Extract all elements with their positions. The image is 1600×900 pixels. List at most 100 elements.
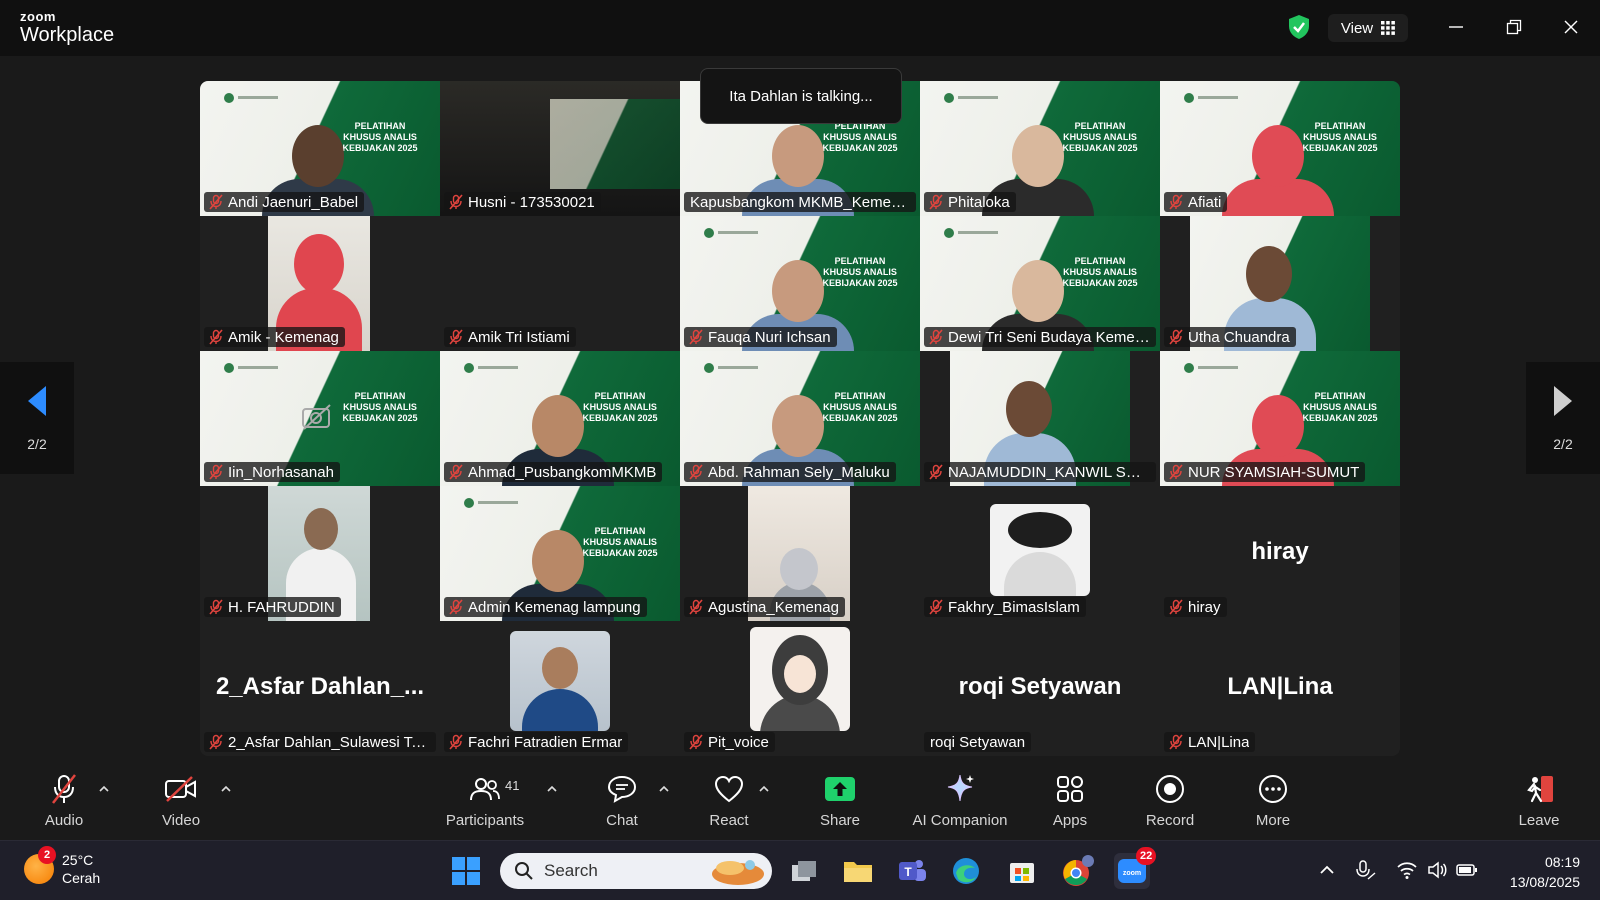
task-view-button[interactable]	[786, 853, 822, 889]
windows-start-button[interactable]	[448, 853, 484, 889]
react-button[interactable]: React	[679, 772, 779, 829]
video-options-caret-icon[interactable]	[220, 784, 232, 794]
previous-page-button[interactable]: 2/2	[0, 362, 74, 474]
show-hidden-icons-chevron-icon[interactable]	[1316, 859, 1338, 881]
participants-options-caret-icon[interactable]	[546, 784, 558, 794]
video-tile[interactable]: Utha Chuandra	[1160, 216, 1400, 351]
temperature: 25°C	[62, 852, 94, 868]
search-icon	[515, 862, 533, 880]
participant-name-label: roqi Setyawan	[924, 732, 1032, 752]
chat-button[interactable]: Chat	[572, 772, 672, 829]
microphone-tray-icon[interactable]	[1354, 859, 1376, 881]
video-tile[interactable]: PELATIHAN KHUSUS ANALIS KEBIJAKAN 2025 Phit…	[920, 81, 1160, 216]
system-clock[interactable]: 08:19 13/08/2025	[1510, 853, 1580, 892]
participant-name-label: NUR SYAMSIAH-SUMUT	[1164, 462, 1366, 482]
video-tile[interactable]: PELATIHAN KHUSUS ANALIS KEBIJAKAN 2025 Iin_…	[200, 351, 440, 486]
record-icon	[1156, 775, 1184, 803]
participant-name: H. FAHRUDDIN	[228, 598, 335, 616]
security-shield-icon[interactable]	[1288, 14, 1310, 40]
file-explorer-button[interactable]	[840, 853, 876, 889]
next-page-button[interactable]: 2/2	[1526, 362, 1600, 474]
mic-muted-icon	[449, 194, 463, 210]
participant-name-label: Iin_Norhasanah	[204, 462, 340, 482]
mic-muted-icon	[689, 599, 703, 615]
share-button[interactable]: Share	[790, 772, 890, 829]
chat-options-caret-icon[interactable]	[658, 784, 670, 794]
volume-icon[interactable]	[1426, 859, 1448, 881]
audio-button[interactable]: Audio	[14, 772, 114, 829]
participant-name: NUR SYAMSIAH-SUMUT	[1188, 463, 1360, 481]
zoom-taskbar-button[interactable]: zoom 22	[1114, 847, 1157, 889]
video-tile[interactable]: PELATIHAN KHUSUS ANALIS KEBIJAKAN 2025 Afia…	[1160, 81, 1400, 216]
video-tile[interactable]: PELATIHAN KHUSUS ANALIS KEBIJAKAN 2025 Andi…	[200, 81, 440, 216]
video-tile[interactable]: LAN|Lina LAN|Lina	[1160, 621, 1400, 756]
participant-name: Fachri Fatradien Ermar	[468, 733, 623, 751]
mic-muted-icon	[449, 599, 463, 615]
close-button[interactable]	[1553, 12, 1589, 42]
participants-button[interactable]: Participants	[435, 772, 535, 829]
video-tile[interactable]: PELATIHAN KHUSUS ANALIS KEBIJAKAN 2025 Admi…	[440, 486, 680, 621]
ai-companion-button[interactable]: AI Companion	[910, 772, 1010, 829]
chrome-button[interactable]	[1060, 853, 1096, 889]
svg-text:zoom: zoom	[1123, 870, 1141, 877]
view-button[interactable]: View	[1328, 14, 1408, 42]
camera-off-icon	[300, 403, 334, 431]
participant-name-label: Agustina_Kemenag	[684, 597, 845, 617]
participant-name: 2_Asfar Dahlan_Sulawesi Te...	[228, 733, 430, 751]
video-tile[interactable]: Fakhry_BimasIslam	[920, 486, 1160, 621]
weather-sun-icon: 2	[24, 846, 56, 885]
more-button[interactable]: More	[1223, 772, 1323, 829]
active-speaker-toast: Ita Dahlan is talking...	[700, 68, 902, 124]
ai-sparkle-icon	[947, 774, 974, 802]
store-icon	[1010, 863, 1034, 883]
participant-name: Iin_Norhasanah	[228, 463, 334, 481]
minimize-button[interactable]	[1438, 12, 1474, 42]
taskbar-search[interactable]: Search	[500, 853, 772, 889]
edge-button[interactable]	[948, 853, 984, 889]
video-tile[interactable]: Fachri Fatradien Ermar	[440, 621, 680, 756]
banner-logo	[224, 359, 280, 373]
video-tile[interactable]: PELATIHAN KHUSUS ANALIS KEBIJAKAN 2025 Abd.…	[680, 351, 920, 486]
video-tile[interactable]: PELATIHAN KHUSUS ANALIS KEBIJAKAN 2025 NUR …	[1160, 351, 1400, 486]
video-tile[interactable]: Pit_voice	[680, 621, 920, 756]
video-tile[interactable]: PELATIHAN KHUSUS ANALIS KEBIJAKAN 2025 Ahma…	[440, 351, 680, 486]
mic-muted-icon	[1169, 464, 1183, 480]
participant-name: roqi Setyawan	[930, 733, 1026, 751]
video-tile[interactable]: roqi Setyawan roqi Setyawan	[920, 621, 1160, 756]
participant-name-label: Pit_voice	[684, 732, 775, 752]
grid-icon	[1381, 21, 1396, 35]
apps-button[interactable]: Apps	[1020, 772, 1120, 829]
participant-name-label: Andi Jaenuri_Babel	[204, 192, 365, 212]
video-tile[interactable]: Amik Tri Istiami	[440, 216, 680, 351]
record-button[interactable]: Record	[1120, 772, 1220, 829]
video-tile[interactable]: PELATIHAN KHUSUS ANALIS KEBIJAKAN 2025 Dewi…	[920, 216, 1160, 351]
video-tile[interactable]: 2_Asfar Dahlan_... 2_Asfar Dahlan_Sulawes…	[200, 621, 440, 756]
battery-icon[interactable]	[1456, 859, 1478, 881]
participant-display-name: 2_Asfar Dahlan_...	[215, 673, 425, 700]
video-tile[interactable]: hiray hiray	[1160, 486, 1400, 621]
leave-label: Leave	[1518, 812, 1560, 829]
video-tile[interactable]: Husni - 173530021	[440, 81, 680, 216]
mic-muted-icon	[449, 464, 463, 480]
participant-name: Kapusbangkom MKMB_Kemenag	[690, 193, 910, 211]
video-tile[interactable]: PELATIHAN KHUSUS ANALIS KEBIJAKAN 2025 Fauq…	[680, 216, 920, 351]
page-indicator-right: 2/2	[1553, 436, 1573, 452]
video-button[interactable]: Video	[131, 772, 231, 829]
video-tile[interactable]: NAJAMUDDIN_KANWIL SUL...	[920, 351, 1160, 486]
restore-button[interactable]	[1496, 12, 1532, 42]
teams-button[interactable]: T	[894, 853, 930, 889]
video-tile[interactable]: H. FAHRUDDIN	[200, 486, 440, 621]
mic-muted-icon	[209, 194, 223, 210]
store-button[interactable]	[1004, 853, 1040, 889]
app-logo: zoom Workplace	[20, 10, 114, 45]
video-label: Video	[161, 812, 201, 829]
audio-options-caret-icon[interactable]	[98, 784, 110, 794]
leave-button[interactable]: Leave	[1489, 772, 1589, 829]
wifi-icon[interactable]	[1396, 859, 1418, 881]
participants-label: Participants	[445, 812, 525, 829]
video-tile[interactable]: Agustina_Kemenag	[680, 486, 920, 621]
video-tile[interactable]: Amik - Kemenag	[200, 216, 440, 351]
cartoon-face	[784, 655, 816, 693]
weather-widget[interactable]: 2 25°C Cerah	[24, 846, 100, 887]
react-options-caret-icon[interactable]	[758, 784, 770, 794]
